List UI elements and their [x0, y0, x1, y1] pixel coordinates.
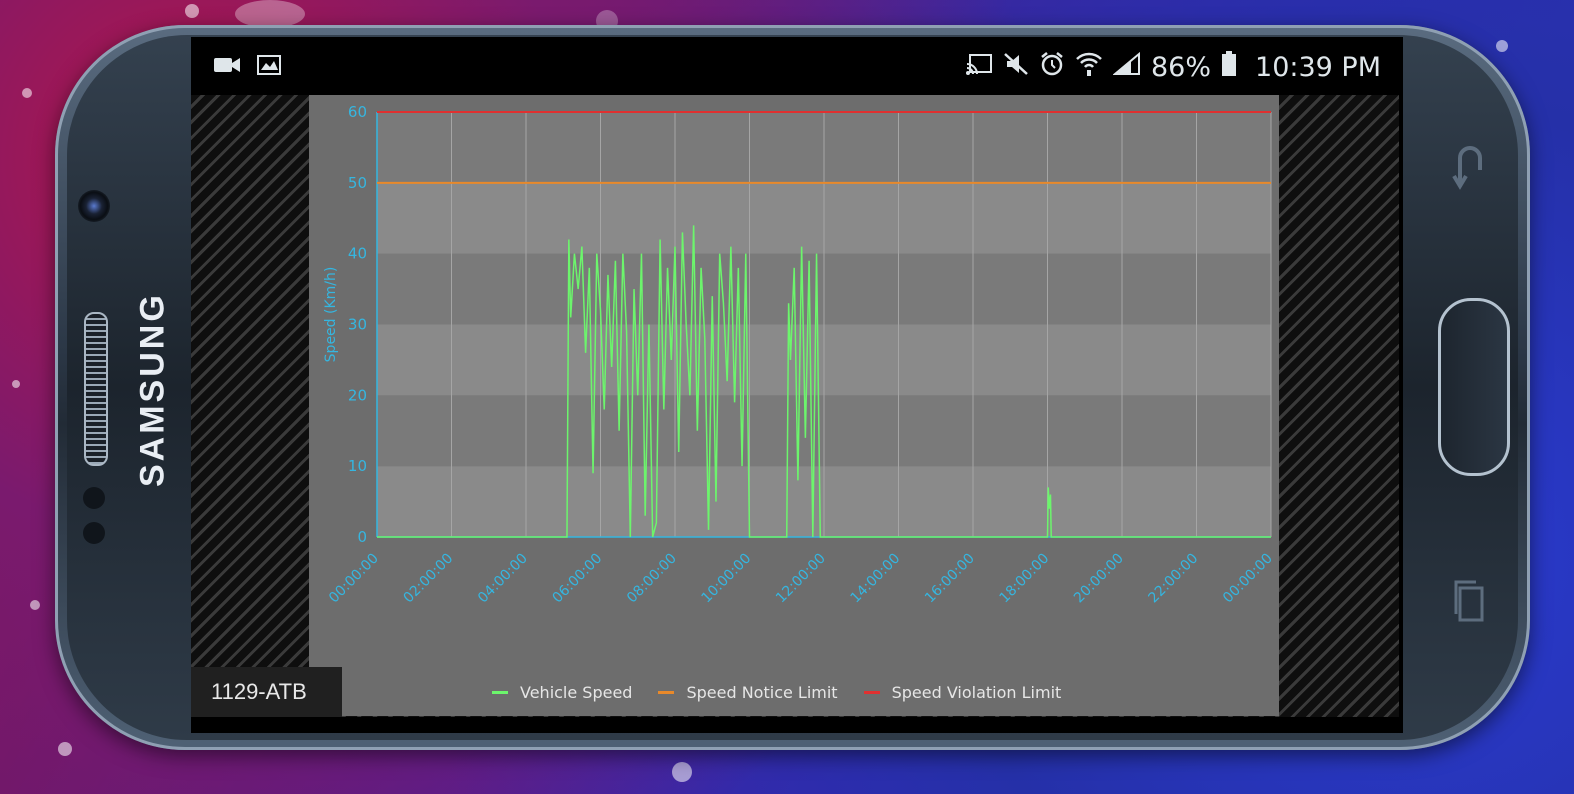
y-tick-label: 30 [348, 316, 367, 334]
background-bokeh [58, 742, 72, 756]
legend-item-vehicle-speed: Vehicle Speed [492, 683, 632, 702]
background-bokeh [1496, 40, 1508, 52]
signal-icon [1112, 51, 1141, 83]
x-tick-label: 10:00:00 [699, 551, 755, 607]
clock: 10:39 PM [1255, 52, 1381, 83]
x-tick-label: 00:00:00 [1220, 551, 1276, 607]
x-tick-label: 16:00:00 [922, 551, 978, 607]
speed-chart-panel: 0 10 20 30 40 50 60 Speed (Km/h) 00:00:00 02:00:0… [309, 95, 1279, 716]
mute-icon [1003, 52, 1029, 83]
x-tick-label: 22:00:00 [1146, 551, 1202, 607]
video-camera-icon [213, 54, 241, 80]
front-camera-icon [78, 190, 110, 222]
y-tick-label: 40 [348, 245, 367, 263]
y-tick-label: 10 [348, 457, 367, 475]
background-bokeh [30, 600, 40, 610]
background-bokeh [235, 0, 305, 28]
x-tick-label: 00:00:00 [326, 551, 382, 607]
background-bokeh [672, 762, 692, 782]
y-tick-label: 20 [348, 386, 367, 404]
app-content: 0 10 20 30 40 50 60 Speed (Km/h) 00:00:00 02:00:0… [191, 95, 1399, 717]
y-tick-label: 0 [357, 528, 367, 546]
legend-item-violation-limit: Speed Violation Limit [863, 683, 1062, 702]
gallery-icon [257, 54, 283, 80]
proximity-sensor [83, 487, 105, 509]
light-sensor [83, 522, 105, 544]
x-tick-label: 18:00:00 [997, 551, 1053, 607]
y-tick-label: 60 [348, 103, 367, 121]
y-tick-label: 50 [348, 174, 367, 192]
background-bokeh [12, 380, 20, 388]
battery-percent: 86% [1151, 52, 1212, 83]
status-bar: 86% 10:39 PM [191, 37, 1403, 95]
background-bokeh [185, 4, 199, 18]
alarm-icon [1039, 51, 1065, 84]
chart-legend: Vehicle Speed Speed Notice Limit Speed V… [492, 683, 1061, 702]
legend-swatch-vehicle-speed [492, 691, 508, 694]
legend-label-notice-limit: Speed Notice Limit [686, 683, 838, 702]
x-tick-label: 02:00:00 [401, 551, 457, 607]
battery-icon [1221, 51, 1237, 84]
legend-label-violation-limit: Speed Violation Limit [891, 683, 1062, 702]
x-tick-label: 20:00:00 [1071, 551, 1127, 607]
x-tick-label: 14:00:00 [848, 551, 904, 607]
legend-item-notice-limit: Speed Notice Limit [658, 683, 838, 702]
x-tick-label: 04:00:00 [475, 551, 531, 607]
phone-screen: 86% 10:39 PM 0 10 20 30 40 50 60 Speed (Km/h) 00… [191, 37, 1403, 733]
background-bokeh [22, 88, 32, 98]
x-tick-label: 08:00:00 [624, 551, 680, 607]
x-tick-label: 06:00:00 [550, 551, 606, 607]
recent-apps-icon[interactable] [1452, 576, 1488, 636]
wifi-icon [1075, 51, 1103, 84]
speed-chart: 0 10 20 30 40 50 60 Speed (Km/h) 00:00:00 02:00:0… [323, 103, 1276, 607]
legend-label-vehicle-speed: Vehicle Speed [520, 683, 633, 702]
brand-logo: SAMSUNG [133, 292, 172, 488]
y-axis-label: Speed (Km/h) [323, 267, 339, 363]
back-icon[interactable] [1452, 140, 1488, 200]
cast-icon [965, 52, 993, 83]
x-tick-label: 12:00:00 [773, 551, 829, 607]
legend-swatch-notice-limit [658, 691, 675, 694]
vehicle-id-label: 1129-ATB [191, 667, 342, 717]
legend-swatch-violation-limit [863, 691, 880, 694]
home-button[interactable] [1438, 298, 1510, 476]
earpiece-speaker [84, 312, 108, 466]
